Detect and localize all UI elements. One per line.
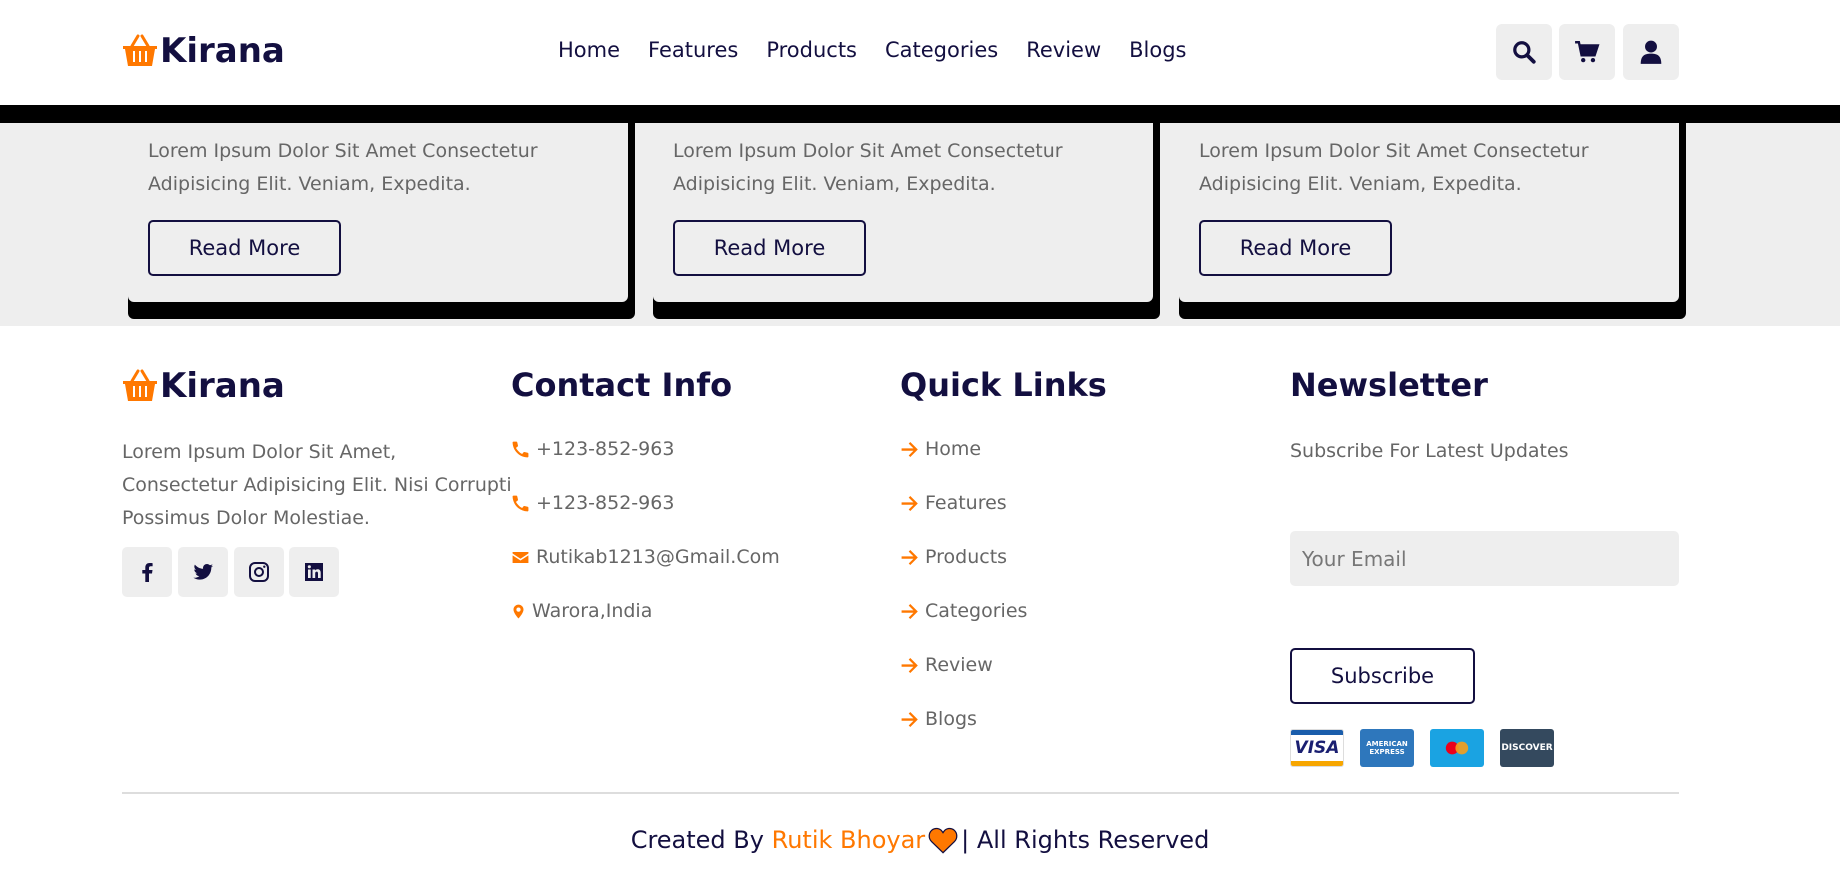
read-more-button[interactable]: Read More [148, 220, 341, 276]
quick-links-title: Quick Links [900, 366, 1107, 404]
arrow-right-icon [901, 657, 918, 673]
search-icon [1513, 41, 1536, 64]
contact-location[interactable]: Warora,India [511, 600, 652, 622]
user-button[interactable] [1623, 24, 1679, 80]
credit-text: Created By Rutik Bhoyar | All Rights Rese… [0, 826, 1840, 854]
cart-icon [1575, 41, 1600, 63]
newsletter-text: Subscribe For Latest Updates [1290, 440, 1569, 462]
nav-features[interactable]: Features [648, 38, 738, 62]
contact-text: +123-852-963 [536, 438, 675, 460]
nav-categories[interactable]: Categories [885, 38, 998, 62]
nav-home[interactable]: Home [558, 38, 620, 62]
phone-icon [512, 495, 529, 511]
quick-link-label: Categories [925, 600, 1028, 622]
header-border [0, 105, 1840, 123]
blog-card: Lorem Ipsum Dolor Sit Amet Consectetur A… [1179, 105, 1679, 302]
instagram-icon [249, 562, 269, 582]
logo-text: Kirana [160, 31, 285, 71]
logo-link[interactable]: Kirana [122, 31, 285, 71]
subscribe-button[interactable]: Subscribe [1290, 648, 1475, 704]
phone-icon [512, 441, 529, 457]
linkedin-link[interactable] [289, 547, 339, 597]
email-input[interactable] [1290, 531, 1679, 586]
quick-link-label: Review [925, 654, 993, 676]
contact-text: Warora,India [532, 600, 653, 622]
quick-link-label: Home [925, 438, 982, 460]
about-text: Lorem Ipsum Dolor Sit Amet, Consectetur … [122, 441, 512, 529]
map-marker-icon [513, 604, 524, 618]
blog-card-text: Lorem Ipsum Dolor Sit Amet Consectetur A… [673, 140, 1063, 195]
quick-link-label: Products [925, 546, 1008, 568]
contact-phone-2[interactable]: +123-852-963 [511, 492, 674, 514]
contact-text: +123-852-963 [536, 492, 675, 514]
blog-card-text: Lorem Ipsum Dolor Sit Amet Consectetur A… [1199, 140, 1589, 195]
arrow-right-icon [901, 603, 918, 619]
blog-card: Lorem Ipsum Dolor Sit Amet Consectetur A… [128, 105, 628, 302]
site-header: Kirana Home Features Products Categories… [0, 0, 1840, 105]
mastercard-circles [1445, 741, 1469, 755]
quick-link-features[interactable]: Features [900, 492, 1007, 514]
discover-label: DISCOVER [1501, 743, 1553, 753]
author-name: Rutik Bhoyar [771, 826, 926, 854]
main-nav: Home Features Products Categories Review… [558, 38, 1215, 62]
quick-link-blogs[interactable]: Blogs [900, 708, 977, 730]
nav-review[interactable]: Review [1026, 38, 1101, 62]
blog-card-text: Lorem Ipsum Dolor Sit Amet Consectetur A… [148, 140, 538, 195]
user-icon [1640, 40, 1662, 64]
heart-icon [928, 827, 958, 854]
amex-card-icon: AMERICAN EXPRESS [1360, 729, 1414, 767]
newsletter-title: Newsletter [1290, 366, 1488, 404]
twitter-link[interactable] [178, 547, 228, 597]
visa-label: VISA [1294, 738, 1340, 758]
quick-link-label: Blogs [925, 708, 977, 730]
arrow-right-icon [901, 711, 918, 727]
facebook-link[interactable] [122, 547, 172, 597]
visa-card-icon: VISA [1290, 729, 1344, 767]
cart-button[interactable] [1559, 24, 1615, 80]
mastercard-icon [1430, 729, 1484, 767]
quick-link-review[interactable]: Review [900, 654, 993, 676]
facebook-icon [142, 563, 153, 582]
contact-title: Contact Info [511, 366, 733, 404]
footer-logo[interactable]: Kirana [122, 366, 285, 406]
quick-link-home[interactable]: Home [900, 438, 981, 460]
quick-link-products[interactable]: Products [900, 546, 1007, 568]
credit-prefix: Created By [630, 826, 764, 854]
instagram-link[interactable] [234, 547, 284, 597]
contact-text: Rutikab1213@Gmail.Com [536, 546, 780, 568]
blog-card: Lorem Ipsum Dolor Sit Amet Consectetur A… [653, 105, 1153, 302]
arrow-right-icon [901, 441, 918, 457]
read-more-button[interactable]: Read More [1199, 220, 1392, 276]
nav-products[interactable]: Products [766, 38, 857, 62]
quick-link-categories[interactable]: Categories [900, 600, 1027, 622]
twitter-icon [193, 563, 213, 580]
contact-phone-1[interactable]: +123-852-963 [511, 438, 674, 460]
search-button[interactable] [1496, 24, 1552, 80]
envelope-icon [512, 551, 529, 563]
quick-link-label: Features [925, 492, 1007, 514]
nav-blogs[interactable]: Blogs [1129, 38, 1186, 62]
footer-logo-text: Kirana [160, 366, 285, 406]
basket-icon [123, 369, 157, 401]
credit-suffix: | All Rights Reserved [961, 826, 1210, 854]
basket-icon [123, 34, 157, 66]
footer-divider [122, 792, 1679, 794]
linkedin-icon [305, 563, 323, 581]
arrow-right-icon [901, 549, 918, 565]
read-more-button[interactable]: Read More [673, 220, 866, 276]
discover-card-icon: DISCOVER [1500, 729, 1554, 767]
arrow-right-icon [901, 495, 918, 511]
amex-label: AMERICAN EXPRESS [1366, 740, 1408, 756]
contact-email[interactable]: Rutikab1213@Gmail.Com [511, 546, 780, 568]
